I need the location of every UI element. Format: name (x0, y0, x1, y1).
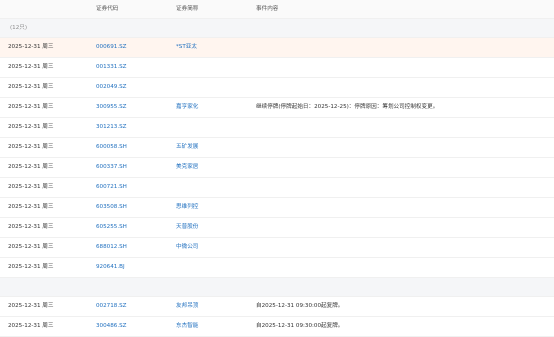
group-title (8, 278, 248, 296)
table-row[interactable]: 2025-12-31 周三 600058.SH 五矿发展 (0, 138, 554, 158)
header-name: 证券简称 (176, 6, 199, 12)
table-row[interactable]: 2025-12-31 周三 920641.BJ (0, 258, 554, 278)
event-content: 自2025-12-31 09:30:00起复牌。 (256, 303, 344, 309)
row-date: 2025-12-31 周三 (8, 104, 54, 110)
stock-code-link[interactable]: 000691.SZ (96, 38, 166, 57)
row-date: 2025-12-31 周三 (8, 303, 54, 309)
table-row[interactable]: 2025-12-31 周三 600721.SH (0, 178, 554, 198)
suspension-table: 证券代码 证券简称 事件内容 (12只) 2025-12-31 周三 000691.… (0, 0, 554, 337)
table-row[interactable]: 2025-12-31 周三 688012.SH 中微公司 (0, 238, 554, 258)
group-header-suspended: (12只) (0, 19, 554, 38)
stock-code-link[interactable]: 600058.SH (96, 138, 166, 157)
stock-code-link[interactable]: 688012.SH (96, 238, 166, 257)
stock-name-link[interactable]: 友邦吊顶 (176, 297, 250, 316)
table-row[interactable]: 2025-12-31 周三 605255.SH 天普股份 (0, 218, 554, 238)
stock-name-link[interactable]: 五矿发展 (176, 138, 250, 157)
row-date: 2025-12-31 周三 (8, 184, 54, 190)
row-date: 2025-12-31 周三 (8, 124, 54, 130)
stock-code-link[interactable]: 002718.SZ (96, 297, 166, 316)
stock-name-link[interactable]: 中微公司 (176, 238, 250, 257)
row-date: 2025-12-31 周三 (8, 204, 54, 210)
row-date: 2025-12-31 周三 (8, 64, 54, 70)
row-date: 2025-12-31 周三 (8, 84, 54, 90)
table-row[interactable]: 2025-12-31 周三 300486.SZ 东杰智能 自2025-12-31 09… (0, 317, 554, 337)
table-row[interactable]: 2025-12-31 周三 603508.SH 思维列控 (0, 198, 554, 218)
event-content: 继续停牌(停牌起始日：2025-12-25)：停牌原因：筹划公司控制权变更。 (256, 104, 439, 110)
header-code: 证券代码 (96, 6, 119, 12)
row-date: 2025-12-31 周三 (8, 244, 54, 250)
stock-code-link[interactable]: 300486.SZ (96, 317, 166, 336)
table-row[interactable]: 2025-12-31 周三 600337.SH 美克家居 (0, 158, 554, 178)
table-row[interactable]: 2025-12-31 周三 000691.SZ *ST亚太 (0, 38, 554, 58)
stock-name-link[interactable]: 美克家居 (176, 158, 250, 177)
stock-code-link[interactable]: 600721.SH (96, 178, 166, 197)
stock-name-link[interactable]: 东杰智能 (176, 317, 250, 336)
stock-name-link[interactable]: *ST亚太 (176, 38, 250, 57)
row-date: 2025-12-31 周三 (8, 323, 54, 329)
row-date: 2025-12-31 周三 (8, 144, 54, 150)
stock-code-link[interactable]: 603508.SH (96, 198, 166, 217)
stock-name-link[interactable]: 思维列控 (176, 198, 250, 217)
group-count: (12只) (10, 25, 28, 31)
stock-code-link[interactable]: 301213.SZ (96, 118, 166, 137)
stock-code-link[interactable]: 300955.SZ (96, 98, 166, 117)
stock-name-link[interactable]: 天普股份 (176, 218, 250, 237)
stock-code-link[interactable]: 920641.BJ (96, 258, 166, 277)
table-row[interactable]: 2025-12-31 周三 002049.SZ (0, 78, 554, 98)
table-row[interactable]: 2025-12-31 周三 301213.SZ (0, 118, 554, 138)
event-content: 自2025-12-31 09:30:00起复牌。 (256, 323, 344, 329)
table-header: 证券代码 证券简称 事件内容 (0, 0, 554, 19)
table-row[interactable]: 2025-12-31 周三 002718.SZ 友邦吊顶 自2025-12-31 09… (0, 297, 554, 317)
stock-code-link[interactable]: 600337.SH (96, 158, 166, 177)
row-date: 2025-12-31 周三 (8, 164, 54, 170)
group-header-resumed (0, 278, 554, 297)
row-date: 2025-12-31 周三 (8, 264, 54, 270)
table-body: (12只) 2025-12-31 周三 000691.SZ *ST亚太 2025-12-… (0, 19, 554, 337)
header-event: 事件内容 (256, 6, 279, 12)
group-title: (12只) (8, 19, 248, 37)
stock-name-link[interactable]: 嘉亨家化 (176, 98, 250, 117)
table-row[interactable]: 2025-12-31 周三 001331.SZ (0, 58, 554, 78)
stock-code-link[interactable]: 001331.SZ (96, 58, 166, 77)
table-row[interactable]: 2025-12-31 周三 300955.SZ 嘉亨家化 继续停牌(停牌起始日：202… (0, 98, 554, 118)
row-date: 2025-12-31 周三 (8, 44, 54, 50)
stock-code-link[interactable]: 605255.SH (96, 218, 166, 237)
row-date: 2025-12-31 周三 (8, 224, 54, 230)
stock-code-link[interactable]: 002049.SZ (96, 78, 166, 97)
